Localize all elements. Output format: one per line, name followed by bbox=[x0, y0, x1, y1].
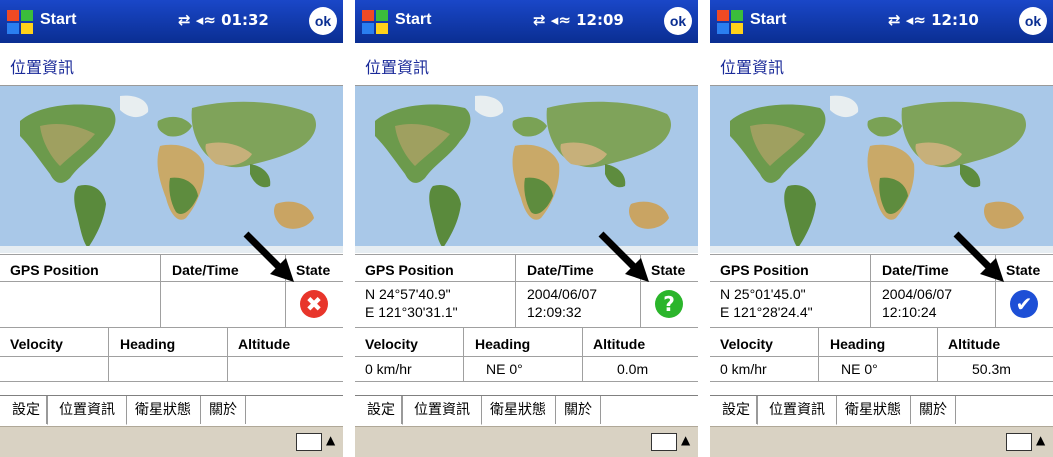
heading-header: Heading bbox=[830, 336, 886, 352]
pocketpc-screen: Start ⇄ ◂≈ 12:09 ok 位置資訊 GPS Position Da… bbox=[355, 0, 698, 457]
input-menu-arrow-icon[interactable]: ▲ bbox=[681, 433, 690, 447]
longitude-value: E 121°28'24.4" bbox=[720, 304, 813, 320]
command-bar: ▲ bbox=[0, 426, 343, 457]
pocketpc-screen: Start ⇄ ◂≈ 12:10 ok 位置資訊 GPS Position Da… bbox=[710, 0, 1053, 457]
date-value: 2004/06/07 bbox=[527, 286, 598, 302]
velocity-value: 0 km/hr bbox=[720, 361, 767, 377]
page-title: 位置資訊 bbox=[720, 58, 785, 77]
tab-satellite-status[interactable]: 衛星狀態 bbox=[126, 396, 201, 424]
tab-bar: 設定 位置資訊 衛星狀態 關於 bbox=[710, 395, 1053, 427]
input-menu-arrow-icon[interactable]: ▲ bbox=[326, 433, 335, 447]
page-title: 位置資訊 bbox=[10, 58, 75, 77]
pocketpc-screen: Start ⇄ ◂≈ 01:32 ok 位置資訊 GPS Position Da… bbox=[0, 0, 343, 457]
altitude-header: Altitude bbox=[238, 336, 291, 352]
state-header: State bbox=[296, 262, 331, 278]
keyboard-icon[interactable] bbox=[651, 433, 677, 451]
tab-about[interactable]: 關於 bbox=[556, 396, 601, 424]
page-header: 位置資訊 bbox=[355, 43, 698, 86]
tab-satellite-status[interactable]: 衛星狀態 bbox=[481, 396, 556, 424]
command-bar: ▲ bbox=[710, 426, 1053, 457]
heading-header: Heading bbox=[120, 336, 176, 352]
status-clock[interactable]: ⇄ ◂≈ 12:09 bbox=[533, 11, 624, 29]
windows-start-icon[interactable] bbox=[716, 9, 744, 35]
tab-settings[interactable]: 設定 bbox=[716, 396, 757, 424]
keyboard-icon[interactable] bbox=[1006, 433, 1032, 451]
command-bar: ▲ bbox=[355, 426, 698, 457]
tab-satellite-status[interactable]: 衛星狀態 bbox=[836, 396, 911, 424]
gps-position-header: GPS Position bbox=[365, 262, 454, 278]
annotation-arrow bbox=[243, 231, 294, 282]
title-bar: Start ⇄ ◂≈ 12:10 ok bbox=[710, 0, 1053, 43]
tab-about[interactable]: 關於 bbox=[911, 396, 956, 424]
question-icon: ? bbox=[655, 290, 683, 318]
keyboard-icon[interactable] bbox=[296, 433, 322, 451]
velocity-value: 0 km/hr bbox=[365, 361, 412, 377]
windows-start-icon[interactable] bbox=[361, 9, 389, 35]
status-clock[interactable]: ⇄ ◂≈ 01:32 bbox=[178, 11, 269, 29]
altitude-value: 50.3m bbox=[972, 361, 1011, 377]
altitude-header: Altitude bbox=[948, 336, 1001, 352]
tab-settings[interactable]: 設定 bbox=[6, 396, 47, 424]
heading-header: Heading bbox=[475, 336, 531, 352]
latitude-value: N 24°57'40.9" bbox=[365, 286, 451, 302]
page-header: 位置資訊 bbox=[0, 43, 343, 86]
start-menu-label[interactable]: Start bbox=[395, 11, 431, 29]
latitude-value: N 25°01'45.0" bbox=[720, 286, 806, 302]
velocity-header: Velocity bbox=[720, 336, 773, 352]
date-value: 2004/06/07 bbox=[882, 286, 953, 302]
annotation-arrow bbox=[598, 231, 649, 282]
start-menu-label[interactable]: Start bbox=[750, 11, 786, 29]
annotation-arrow bbox=[953, 231, 1004, 282]
ok-button[interactable]: ok bbox=[309, 7, 337, 35]
velocity-header: Velocity bbox=[10, 336, 63, 352]
tab-settings[interactable]: 設定 bbox=[361, 396, 402, 424]
heading-value: NE 0° bbox=[841, 361, 878, 377]
tab-about[interactable]: 關於 bbox=[201, 396, 246, 424]
datetime-header: Date/Time bbox=[172, 262, 239, 278]
state-header: State bbox=[1006, 262, 1041, 278]
tab-bar: 設定 位置資訊 衛星狀態 關於 bbox=[355, 395, 698, 427]
windows-start-icon[interactable] bbox=[6, 9, 34, 35]
input-menu-arrow-icon[interactable]: ▲ bbox=[1036, 433, 1045, 447]
tab-location-info[interactable]: 位置資訊 bbox=[757, 396, 837, 425]
state-header: State bbox=[651, 262, 686, 278]
time-value: 12:10:24 bbox=[882, 304, 937, 320]
start-menu-label[interactable]: Start bbox=[40, 11, 76, 29]
datetime-header: Date/Time bbox=[527, 262, 594, 278]
gps-position-header: GPS Position bbox=[720, 262, 809, 278]
page-title: 位置資訊 bbox=[365, 58, 430, 77]
check-icon: ✔ bbox=[1010, 290, 1038, 318]
status-clock[interactable]: ⇄ ◂≈ 12:10 bbox=[888, 11, 979, 29]
page-header: 位置資訊 bbox=[710, 43, 1053, 86]
altitude-value: 0.0m bbox=[617, 361, 649, 377]
title-bar: Start ⇄ ◂≈ 01:32 ok bbox=[0, 0, 343, 43]
ok-button[interactable]: ok bbox=[1019, 7, 1047, 35]
title-bar: Start ⇄ ◂≈ 12:09 ok bbox=[355, 0, 698, 43]
velocity-header: Velocity bbox=[365, 336, 418, 352]
error-icon: ✖ bbox=[300, 290, 328, 318]
ok-button[interactable]: ok bbox=[664, 7, 692, 35]
gps-position-header: GPS Position bbox=[10, 262, 99, 278]
altitude-header: Altitude bbox=[593, 336, 646, 352]
time-value: 12:09:32 bbox=[527, 304, 582, 320]
tab-bar: 設定 位置資訊 衛星狀態 關於 bbox=[0, 395, 343, 427]
datetime-header: Date/Time bbox=[882, 262, 949, 278]
heading-value: NE 0° bbox=[486, 361, 523, 377]
tab-location-info[interactable]: 位置資訊 bbox=[402, 396, 482, 425]
longitude-value: E 121°30'31.1" bbox=[365, 304, 458, 320]
tab-location-info[interactable]: 位置資訊 bbox=[47, 396, 127, 425]
